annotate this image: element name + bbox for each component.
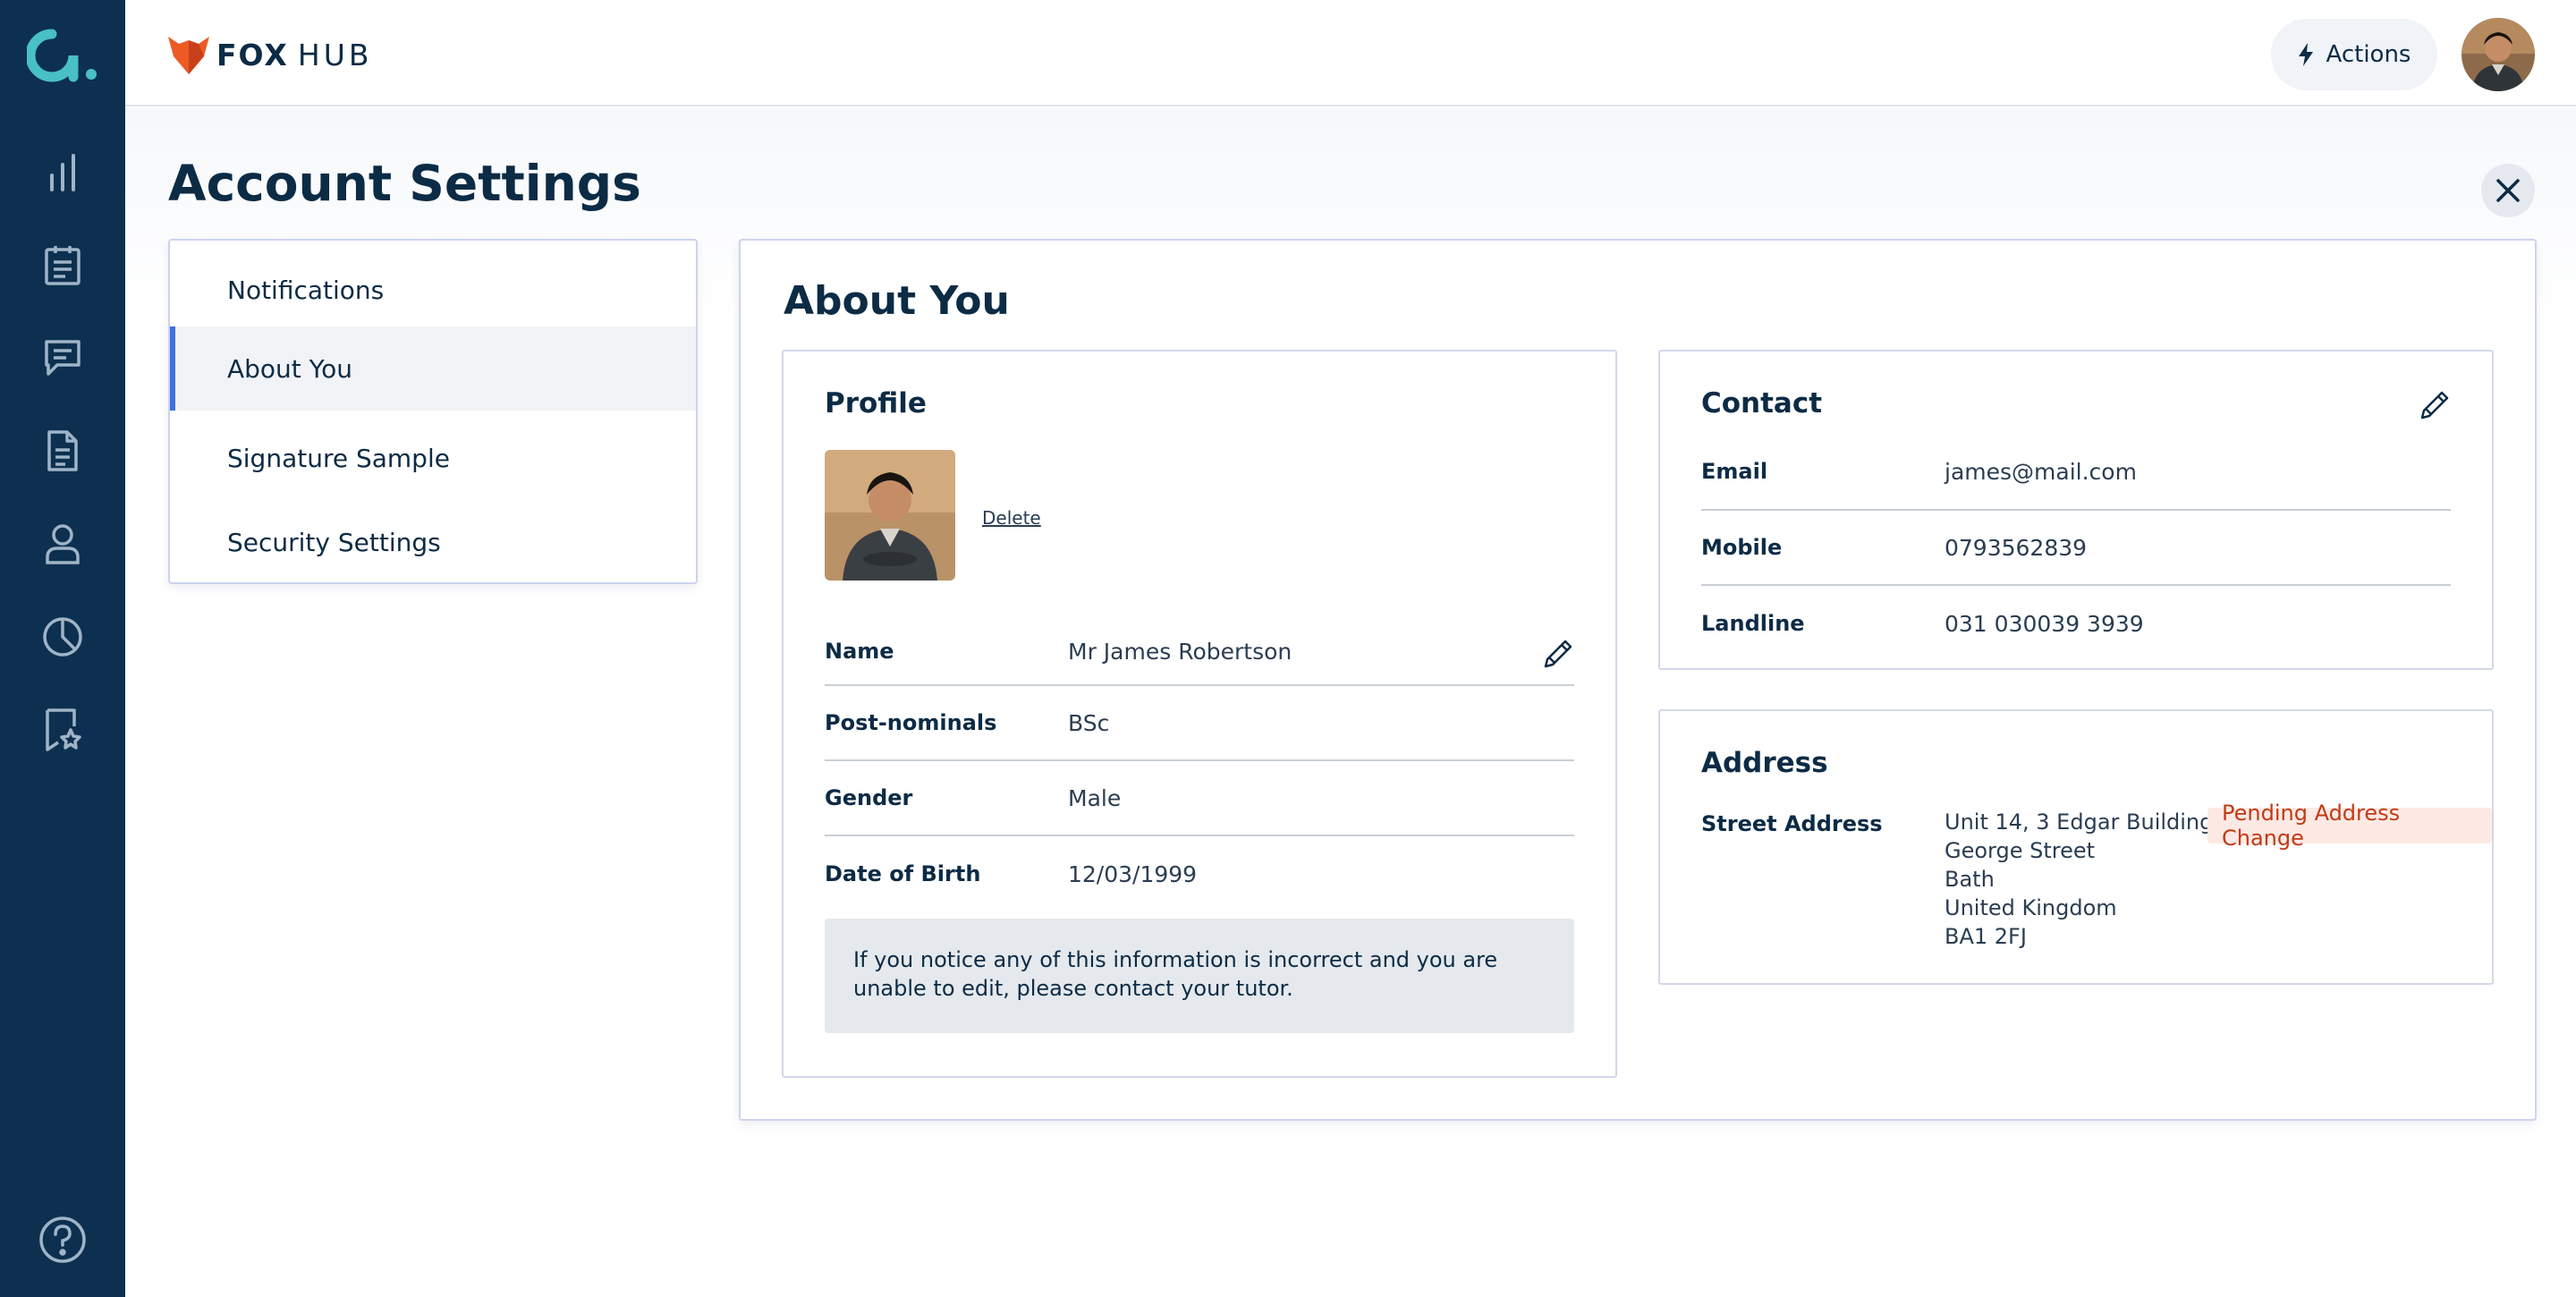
help-icon[interactable]	[38, 1215, 88, 1265]
field-value: 12/03/1999	[1068, 860, 1198, 887]
clipboard-icon[interactable]	[36, 238, 89, 292]
user-icon[interactable]	[36, 517, 89, 571]
menu-item-label: Notifications	[227, 275, 385, 305]
profile-row-name: Name Mr James Robertson	[825, 618, 1574, 686]
address-line: United Kingdom	[1945, 895, 2117, 920]
profile-card: Profile Delete Name Mr James Robertson P…	[782, 350, 1617, 1078]
field-value: Male	[1068, 784, 1122, 811]
bar-chart-icon[interactable]	[36, 145, 89, 199]
card-title: Address	[1701, 747, 1828, 779]
document-icon[interactable]	[36, 424, 89, 478]
pencil-icon[interactable]	[2419, 389, 2451, 421]
field-value[interactable]: james@mail.com	[1945, 459, 2137, 485]
status-badge: Pending Address Change	[2207, 801, 2492, 851]
page-title: Account Settings	[168, 155, 641, 212]
pencil-icon[interactable]	[1542, 638, 1574, 670]
brand-logo[interactable]: FOX HUB	[168, 32, 372, 77]
panel-title: About You	[784, 278, 1010, 324]
field-label: Landline	[1701, 611, 1805, 636]
brand-name: FOX HUB	[216, 38, 372, 72]
field-value: Mr James Robertson	[1068, 638, 1292, 665]
contact-row-email: Email james@mail.com	[1701, 434, 2451, 511]
settings-menu: Notifications About You Signature Sample…	[168, 239, 698, 584]
main-content: Account Settings Notifications About You…	[125, 108, 2576, 1297]
lightning-icon	[2298, 43, 2313, 66]
contact-card: Contact Email james@mail.com Mobile 0793…	[1658, 350, 2494, 670]
field-label: Gender	[825, 785, 913, 810]
brand-name-bold: FOX	[216, 37, 289, 72]
info-notice: If you notice any of this information is…	[825, 919, 1574, 1033]
field-label: Post-nominals	[825, 710, 997, 735]
actions-label: Actions	[2326, 41, 2411, 68]
menu-item-label: Security Settings	[227, 527, 441, 557]
actions-button[interactable]: Actions	[2271, 19, 2437, 90]
field-value: 031 030039 3939	[1945, 610, 2144, 637]
menu-item-signature-sample[interactable]: Signature Sample	[170, 416, 696, 500]
address-line: George Street	[1945, 838, 2096, 863]
pie-chart-icon[interactable]	[36, 610, 89, 664]
menu-item-about-you[interactable]: About You	[170, 326, 696, 411]
brand-name-light: HUB	[297, 37, 373, 72]
bookmark-star-icon[interactable]	[36, 703, 89, 757]
delete-photo-link[interactable]: Delete	[982, 507, 1041, 529]
address-line: Bath	[1945, 867, 1995, 892]
fox-logo-icon	[168, 37, 209, 74]
chat-icon[interactable]	[36, 331, 89, 385]
address-card: Address Street Address Unit 14, 3 Edgar …	[1658, 709, 2494, 985]
street-address-value: Unit 14, 3 Edgar Buildings George Street…	[1945, 808, 2224, 951]
profile-row-dob: Date of Birth 12/03/1999	[825, 836, 1574, 911]
field-label: Name	[825, 639, 894, 664]
card-title: Profile	[825, 387, 927, 420]
field-value: BSc	[1068, 709, 1110, 736]
menu-item-label: About You	[227, 353, 352, 384]
card-title: Contact	[1701, 387, 1823, 420]
logo-icon[interactable]	[27, 25, 98, 88]
top-bar: FOX HUB Actions	[125, 0, 2576, 106]
field-label: Email	[1701, 459, 1768, 484]
avatar[interactable]	[2462, 18, 2535, 91]
menu-item-security-settings[interactable]: Security Settings	[170, 500, 696, 584]
field-label: Date of Birth	[825, 861, 981, 886]
street-address-label: Street Address	[1701, 811, 1883, 836]
menu-item-label: Signature Sample	[227, 443, 450, 473]
address-line: BA1 2FJ	[1945, 924, 2027, 949]
field-label: Mobile	[1701, 535, 1783, 560]
close-icon	[2496, 179, 2520, 202]
field-value: 0793562839	[1945, 534, 2088, 561]
address-line: Unit 14, 3 Edgar Buildings	[1945, 810, 2224, 835]
profile-row-gender: Gender Male	[825, 761, 1574, 836]
contact-row-landline: Landline 031 030039 3939	[1701, 586, 2451, 661]
close-button[interactable]	[2481, 164, 2535, 217]
about-you-panel: About You Profile Delete Name Mr James R…	[739, 239, 2537, 1121]
profile-row-post-nominals: Post-nominals BSc	[825, 686, 1574, 761]
menu-item-notifications[interactable]: Notifications	[170, 248, 696, 332]
profile-photo	[825, 450, 955, 581]
side-rail	[0, 0, 125, 1297]
contact-row-mobile: Mobile 0793562839	[1701, 511, 2451, 586]
